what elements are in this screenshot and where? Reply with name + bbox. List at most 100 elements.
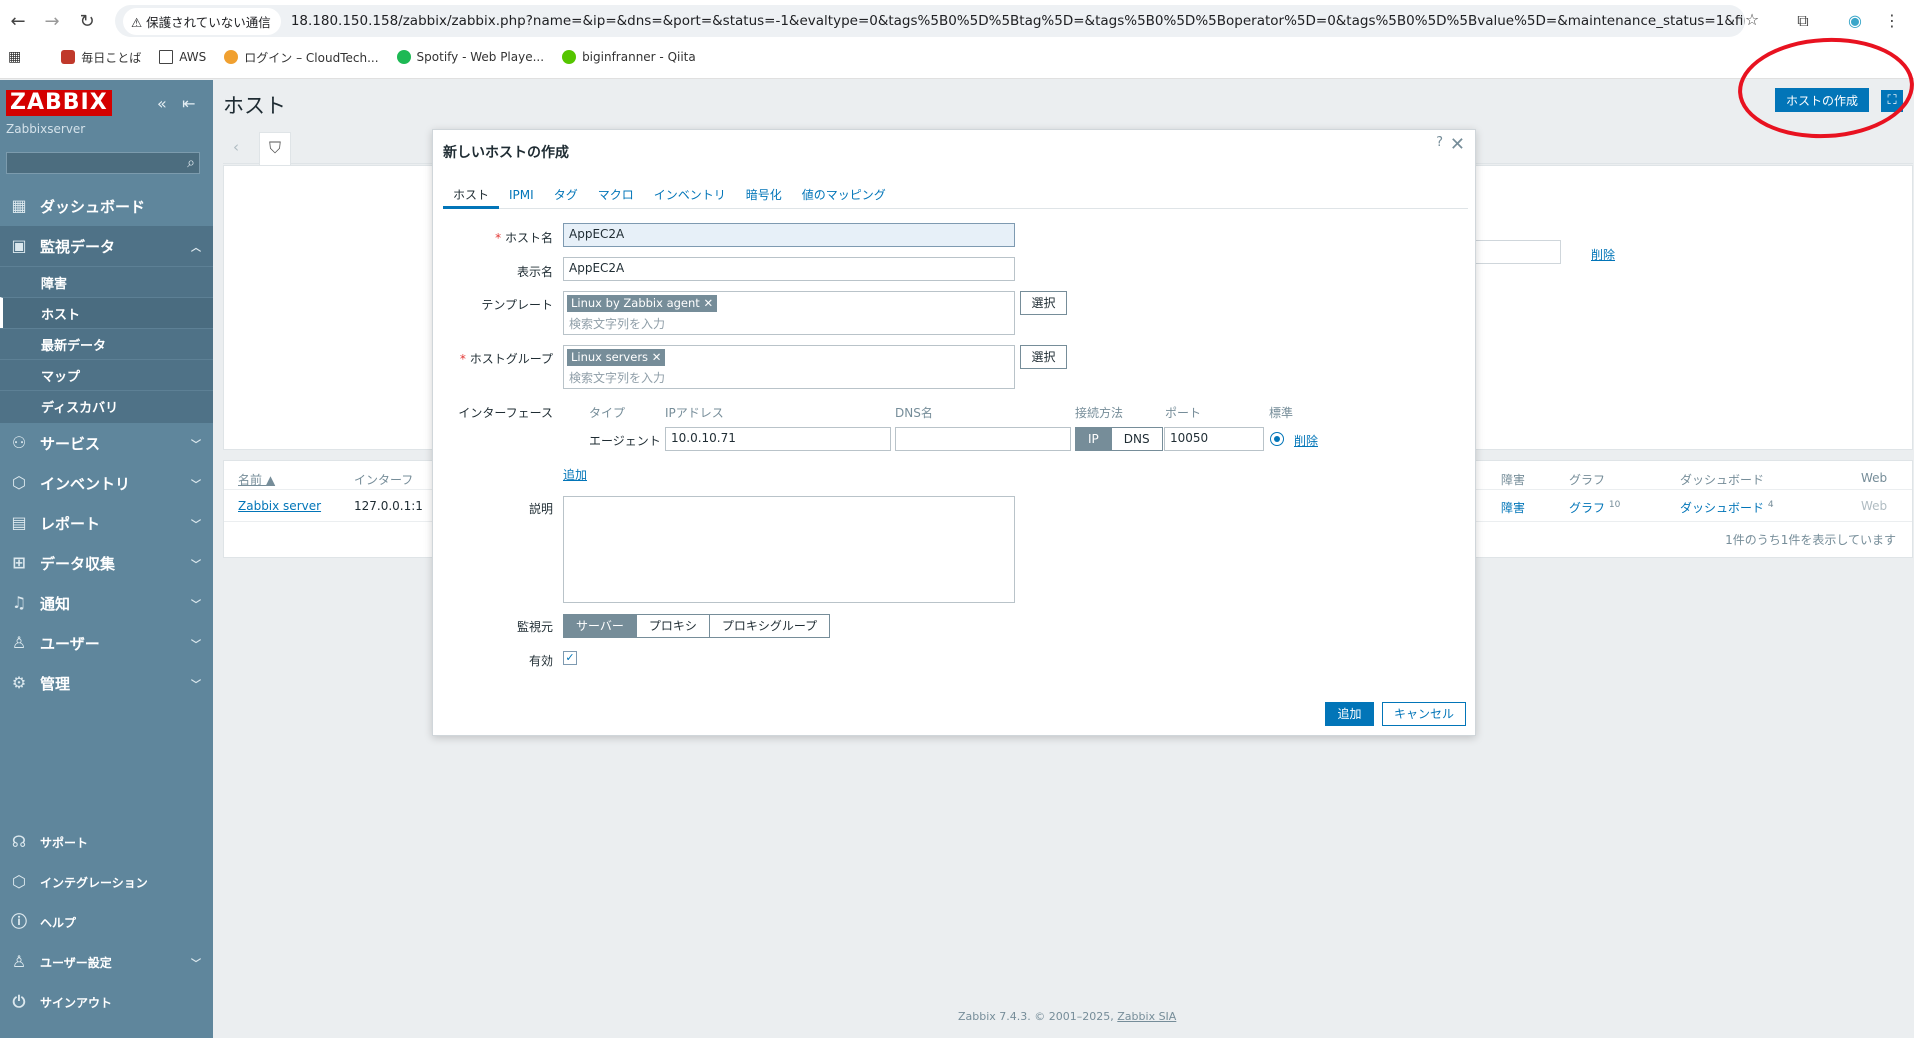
host-groups-select-button[interactable]: 選択 (1020, 345, 1067, 369)
tab-value-mapping[interactable]: 値のマッピング (792, 186, 896, 209)
chevron-left-icon[interactable]: ‹ (233, 138, 239, 156)
create-host-dialog: 新しいホストの作成 ? ✕ ホスト IPMI タグ マクロ インベントリ 暗号化… (432, 129, 1476, 736)
submenu-discovery[interactable]: ディスカバリ (0, 390, 213, 421)
browser-menu-icon[interactable]: ⋮ (1881, 10, 1903, 32)
profile-avatar-icon[interactable]: ◉ (1844, 10, 1866, 32)
menu-label: インテグレーション (40, 875, 148, 890)
sidebar: ZABBIX « ⇤ Zabbixserver ⌕ ▦ ダッシュボード ▣ 監視デー… (0, 80, 213, 1038)
tab-inventory[interactable]: インベントリ (644, 186, 736, 209)
menu-label: ヘルプ (40, 915, 77, 930)
chevron-down-icon: ﹀ (191, 679, 201, 691)
menu-integrations[interactable]: ⬡ インテグレーション (0, 862, 213, 902)
templates-search-input[interactable]: 検索文字列を入力 (569, 315, 1011, 332)
collapse-sidebar-icon[interactable]: « (157, 94, 167, 113)
submenu-latest-data[interactable]: 最新データ (0, 328, 213, 359)
host-problems-link[interactable]: 障害 (1501, 499, 1525, 516)
remove-chip-icon[interactable]: ✕ (703, 296, 713, 310)
address-bar[interactable]: ⚠ 保護されていない通信 18.180.150.158/zabbix/zabbi… (115, 5, 1745, 37)
bookmark-item[interactable]: ログイン – CloudTech... (224, 49, 379, 66)
bookmark-item[interactable]: biginfranner - Qiita (562, 50, 696, 64)
menu-help[interactable]: ⓘ ヘルプ (0, 902, 213, 942)
monitored-by-proxy-group[interactable]: プロキシグループ (708, 614, 831, 638)
bottom-menu: ☊ サポート ⬡ インテグレーション ⓘ ヘルプ ♙ ユーザー設定 ﹀ ⏻ サインアウト (0, 822, 213, 1022)
tab-tags[interactable]: タグ (544, 186, 588, 209)
add-interface-link[interactable]: 追加 (563, 466, 587, 483)
menu-label: 監視データ (40, 237, 116, 256)
compact-view-icon[interactable]: ⇤ (182, 94, 195, 113)
reload-icon[interactable]: ↻ (75, 10, 99, 34)
monitored-by-server[interactable]: サーバー (563, 614, 637, 638)
host-name-input[interactable]: AppEC2A (563, 223, 1015, 247)
enabled-checkbox[interactable]: ✓ (563, 651, 577, 665)
host-web-link[interactable]: Web (1861, 499, 1887, 513)
bookmark-item[interactable]: 毎日ことば (61, 49, 141, 66)
tab-macros[interactable]: マクロ (588, 186, 644, 209)
spotify-icon (396, 50, 411, 64)
menu-services[interactable]: ⚇ サービス ﹀ (0, 423, 213, 463)
menu-dashboard[interactable]: ▦ ダッシュボード (0, 186, 213, 226)
templates-select-button[interactable]: 選択 (1020, 291, 1067, 315)
tab-ipmi[interactable]: IPMI (499, 186, 544, 209)
if-default-header: 標準 (1269, 406, 1294, 420)
menu-users[interactable]: ♙ ユーザー ﹀ (0, 623, 213, 663)
footer-link[interactable]: Zabbix SIA (1117, 1010, 1176, 1023)
menu-monitoring[interactable]: ▣ 監視データ ︿ (0, 226, 213, 266)
submenu-maps[interactable]: マップ (0, 359, 213, 390)
url-text[interactable]: 18.180.150.158/zabbix/zabbix.php?name=&i… (291, 13, 1745, 29)
security-indicator[interactable]: ⚠ 保護されていない通信 (123, 7, 281, 35)
remove-chip-icon[interactable]: ✕ (652, 350, 662, 364)
submenu-problems[interactable]: 障害 (0, 266, 213, 297)
if-port-header: ポート (1165, 406, 1202, 420)
if-remove-link[interactable]: 削除 (1294, 432, 1318, 449)
host-groups-multiselect[interactable]: Linux servers ✕ 検索文字列を入力 (563, 345, 1015, 389)
help-icon[interactable]: ? (1436, 135, 1443, 150)
menu-support[interactable]: ☊ サポート (0, 822, 213, 862)
forward-icon[interactable]: → (40, 10, 64, 34)
connect-ip-option[interactable]: IP (1075, 427, 1112, 451)
connect-dns-option[interactable]: DNS (1110, 427, 1163, 451)
description-textarea[interactable] (563, 496, 1015, 603)
host-name-label: * ホスト名 (433, 229, 553, 246)
menu-data-collection[interactable]: ⊞ データ収集 ﹀ (0, 543, 213, 583)
tab-host[interactable]: ホスト (443, 186, 500, 209)
menu-reports[interactable]: ▤ レポート ﹀ (0, 503, 213, 543)
add-button[interactable]: 追加 (1325, 702, 1374, 726)
filter-delete-link[interactable]: 削除 (1591, 246, 1615, 263)
host-name-link[interactable]: Zabbix server (238, 499, 321, 513)
sidebar-search-input[interactable]: ⌕ (6, 152, 200, 174)
menu-sign-out[interactable]: ⏻ サインアウト (0, 982, 213, 1022)
templates-multiselect[interactable]: Linux by Zabbix agent ✕ 検索文字列を入力 (563, 291, 1015, 335)
close-icon[interactable]: ✕ (1450, 134, 1465, 155)
menu-alerts[interactable]: ♫ 通知 ﹀ (0, 583, 213, 623)
if-dns-input[interactable] (895, 427, 1071, 451)
menu-label: 管理 (40, 674, 71, 693)
tab-encryption[interactable]: 暗号化 (736, 186, 792, 209)
menu-label: 通知 (40, 594, 71, 613)
menu-administration[interactable]: ⚙ 管理 ﹀ (0, 663, 213, 703)
bookmark-item[interactable]: Spotify - Web Playe... (396, 50, 545, 64)
bookmark-star-icon[interactable]: ☆ (1741, 9, 1763, 31)
host-dashboards-link[interactable]: ダッシュボード 4 (1680, 499, 1774, 516)
if-default-radio[interactable] (1270, 432, 1284, 446)
host-graphs-link[interactable]: グラフ 10 (1569, 499, 1620, 516)
filter-icon[interactable]: ⛉ (259, 132, 291, 165)
cancel-button[interactable]: キャンセル (1382, 702, 1466, 726)
back-icon[interactable]: ← (6, 10, 30, 34)
chevron-down-icon: ﹀ (191, 519, 201, 531)
menu-inventory[interactable]: ⬡ インベントリ ﹀ (0, 463, 213, 503)
if-ip-input[interactable]: 10.0.10.71 (665, 427, 891, 451)
column-name-header[interactable]: 名前 ▲ (238, 471, 275, 488)
visible-name-input[interactable]: AppEC2A (563, 257, 1015, 281)
submenu-hosts[interactable]: ホスト (0, 297, 213, 328)
bookmark-label: Spotify - Web Playe... (416, 50, 545, 64)
zabbix-logo[interactable]: ZABBIX (6, 90, 112, 116)
groups-search-input[interactable]: 検索文字列を入力 (569, 369, 1011, 386)
if-port-input[interactable]: 10050 (1164, 427, 1264, 451)
menu-user-settings[interactable]: ♙ ユーザー設定 ﹀ (0, 942, 213, 982)
apps-icon[interactable]: ▦ (8, 49, 43, 65)
column-interface-header: インターフ (354, 473, 414, 487)
extensions-icon[interactable]: ⧉ (1792, 10, 1814, 32)
search-icon[interactable]: ⌕ (187, 155, 195, 171)
monitored-by-proxy[interactable]: プロキシ (635, 614, 710, 638)
bookmark-item[interactable]: AWS (159, 50, 206, 64)
